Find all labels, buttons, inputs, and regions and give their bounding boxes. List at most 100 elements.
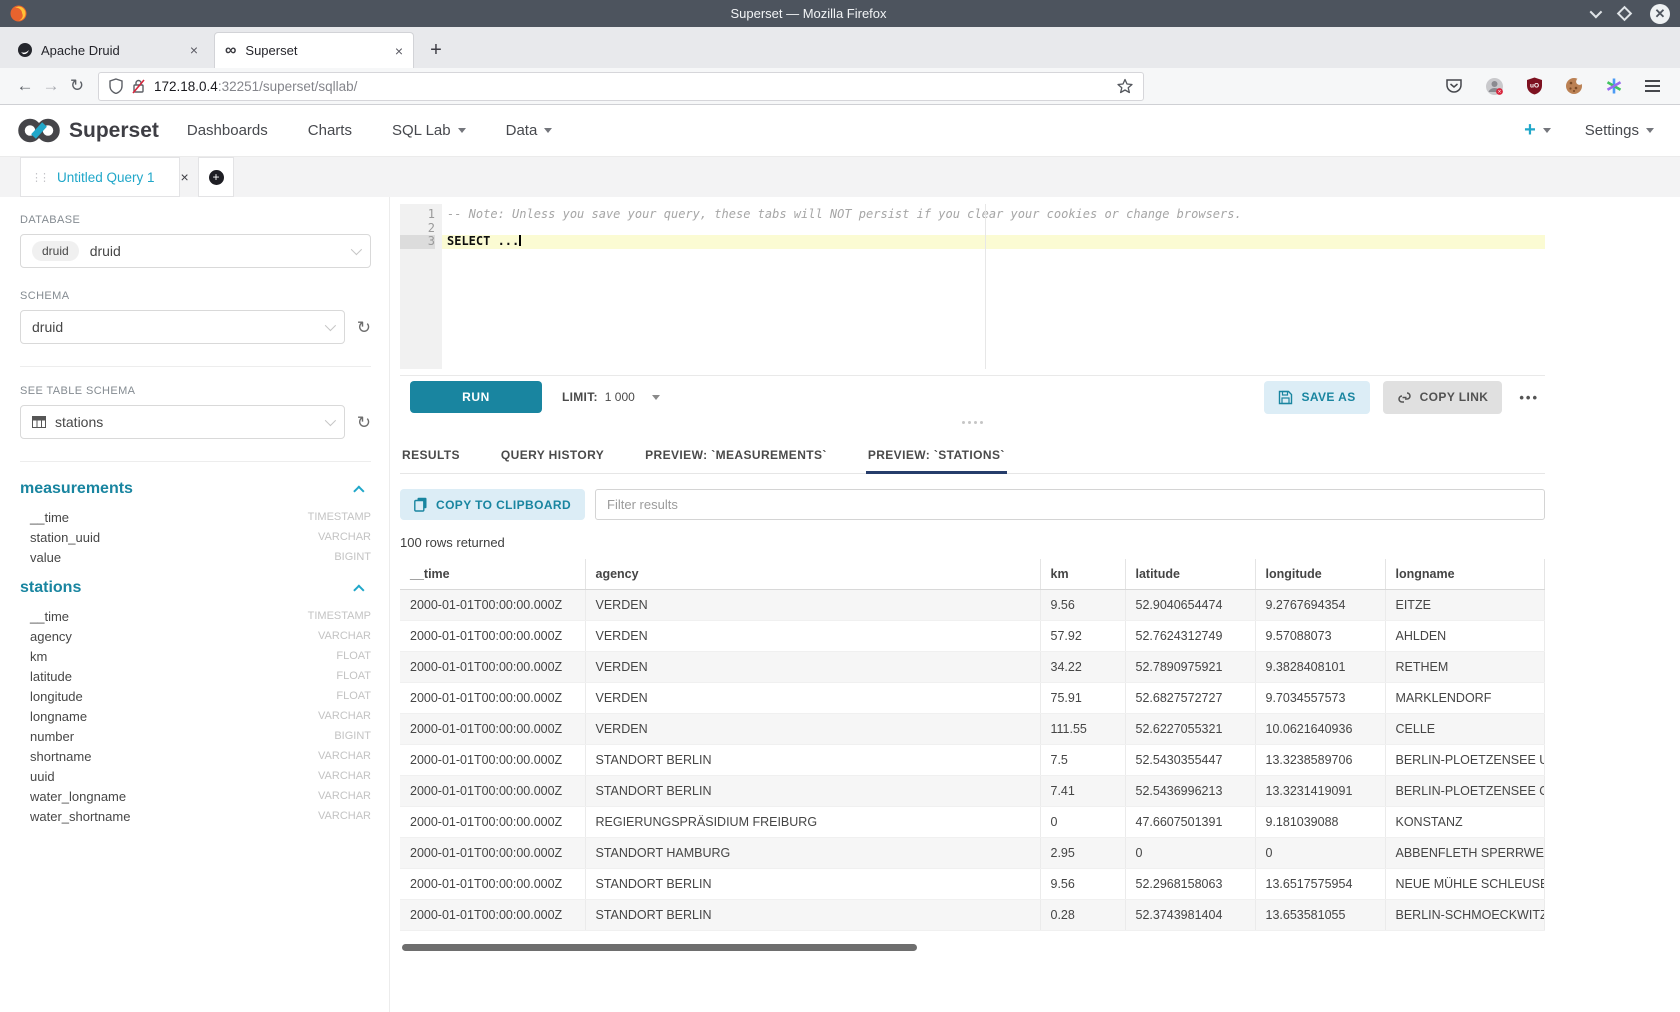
table-cell: 52.6827572727 <box>1125 683 1255 714</box>
limit-dropdown[interactable]: LIMIT: 1 000 <box>562 390 660 404</box>
column-header-latitude[interactable]: latitude <box>1125 559 1255 590</box>
back-icon[interactable]: ← <box>12 76 38 96</box>
table-cell: 47.6607501391 <box>1125 807 1255 838</box>
pane-resize-handle[interactable] <box>960 421 986 424</box>
shield-icon[interactable] <box>109 78 123 94</box>
settings-menu[interactable]: Settings <box>1585 122 1654 139</box>
ublock-icon[interactable]: uO <box>1526 77 1543 95</box>
results-tab-results[interactable]: RESULTS <box>400 443 462 473</box>
superset-logo-icon <box>16 116 62 145</box>
line-number: 3 <box>400 235 435 249</box>
window-title: Superset — Mozilla Firefox <box>27 6 1590 21</box>
copy-to-clipboard-label: COPY TO CLIPBOARD <box>436 498 571 512</box>
column-type: VARCHAR <box>318 810 371 822</box>
table-select[interactable]: stations <box>20 405 345 439</box>
results-tab-preview-stations[interactable]: PREVIEW: `STATIONS` <box>866 443 1007 473</box>
close-query-tab-icon[interactable]: × <box>181 169 189 185</box>
column-header-time[interactable]: __time <box>400 559 585 590</box>
browser-tab-superset[interactable]: ∞ Superset × <box>214 32 414 68</box>
table-row: 2000-01-01T00:00:00.000ZVERDEN9.5652.904… <box>400 590 1545 621</box>
column-header-km[interactable]: km <box>1040 559 1125 590</box>
new-item-button[interactable]: + <box>1524 119 1551 142</box>
table-cell: 52.7624312749 <box>1125 621 1255 652</box>
table-cell: 2000-01-01T00:00:00.000Z <box>400 714 585 745</box>
nav-item-data[interactable]: Data <box>506 122 553 139</box>
superset-logo[interactable]: Superset <box>16 116 159 145</box>
nav-item-sql-lab[interactable]: SQL Lab <box>392 122 466 139</box>
query-tab-untitled-query-1[interactable]: ⋮⋮ Untitled Query 1 × <box>20 157 180 197</box>
column-row: latitudeFLOAT <box>20 666 371 686</box>
table-cell: 2000-01-01T00:00:00.000Z <box>400 838 585 869</box>
cookie-icon[interactable] <box>1565 77 1583 95</box>
copy-link-button[interactable]: COPY LINK <box>1383 381 1503 414</box>
forward-icon[interactable]: → <box>38 76 64 96</box>
chevron-up-icon[interactable] <box>353 485 364 496</box>
database-select[interactable]: druid druid <box>20 234 371 268</box>
horizontal-scrollbar[interactable] <box>402 944 917 951</box>
drag-handle-icon[interactable]: ⋮⋮ <box>31 171 49 184</box>
schema-select[interactable]: druid <box>20 310 345 344</box>
more-menu-icon[interactable]: ••• <box>1515 390 1543 405</box>
lock-insecure-icon[interactable] <box>132 79 145 94</box>
table-row: 2000-01-01T00:00:00.000ZVERDEN75.9152.68… <box>400 683 1545 714</box>
pocket-icon[interactable] <box>1445 77 1463 95</box>
svg-text:×: × <box>1498 89 1502 95</box>
plus-icon: + <box>1524 119 1536 142</box>
url-bar[interactable]: 172.18.0.4:32251/superset/sqllab/ <box>98 72 1144 101</box>
column-type: TIMESTAMP <box>308 511 371 523</box>
browser-tab-apache-druid[interactable]: Apache Druid × <box>8 32 208 68</box>
table-cell: 52.3743981404 <box>1125 900 1255 931</box>
editor-code: -- Note: Unless you save your query, the… <box>442 204 1545 369</box>
table-cell: 13.653581055 <box>1255 900 1385 931</box>
table-cell: 9.7034557573 <box>1255 683 1385 714</box>
code-text: -- Note: Unless you save your query, the… <box>447 207 1242 221</box>
window-close-button[interactable]: ✕ <box>1650 4 1670 24</box>
chevron-up-icon[interactable] <box>353 584 364 595</box>
profile-icon[interactable]: × <box>1485 77 1504 96</box>
save-as-label: SAVE AS <box>1301 390 1355 404</box>
superset-favicon: ∞ <box>225 43 236 59</box>
results-tab-preview-measurements[interactable]: PREVIEW: `MEASUREMENTS` <box>643 443 829 473</box>
firefox-icon <box>10 5 27 22</box>
results-tabs: RESULTS QUERY HISTORY PREVIEW: `MEASUREMEN… <box>400 443 1545 474</box>
nav-item-dashboards[interactable]: Dashboards <box>187 122 268 139</box>
chevron-down-icon <box>544 128 552 133</box>
copy-to-clipboard-button[interactable]: COPY TO CLIPBOARD <box>400 489 585 520</box>
window-maximize-button[interactable] <box>1617 6 1633 22</box>
column-header-agency[interactable]: agency <box>585 559 1040 590</box>
table-cell: BERLIN-SCHMOECKWITZ <box>1385 900 1545 931</box>
run-button[interactable]: RUN <box>410 381 542 413</box>
table-row: 2000-01-01T00:00:00.000ZVERDEN57.9252.76… <box>400 621 1545 652</box>
filter-results-input[interactable] <box>595 489 1545 520</box>
refresh-tables-icon[interactable]: ↻ <box>357 414 371 431</box>
browser-tab-title: Apache Druid <box>41 43 120 58</box>
close-tab-icon[interactable]: × <box>190 42 198 58</box>
column-row: __timeTIMESTAMP <box>20 507 371 527</box>
column-header-longitude[interactable]: longitude <box>1255 559 1385 590</box>
sql-editor[interactable]: 123 -- Note: Unless you save your query,… <box>400 204 1545 369</box>
chevron-down-icon <box>1543 128 1551 133</box>
add-query-tab-button[interactable]: + <box>198 157 234 197</box>
table-section-title: measurements <box>20 480 133 498</box>
table-cell: 2000-01-01T00:00:00.000Z <box>400 621 585 652</box>
save-as-button[interactable]: SAVE AS <box>1264 381 1369 414</box>
database-type-pill: druid <box>32 241 79 261</box>
close-tab-icon[interactable]: × <box>395 43 403 59</box>
containers-asterisk-icon[interactable] <box>1605 77 1623 95</box>
window-minimize-button[interactable] <box>1590 6 1603 19</box>
new-tab-button[interactable]: + <box>420 32 452 68</box>
column-name: latitude <box>30 669 72 684</box>
column-header-longname[interactable]: longname <box>1385 559 1545 590</box>
column-name: km <box>30 649 47 664</box>
table-cell: 10.0621640936 <box>1255 714 1385 745</box>
menu-icon[interactable] <box>1645 80 1660 92</box>
schema-tables: measurements__timeTIMESTAMPstation_uuidV… <box>20 480 371 826</box>
refresh-schemas-icon[interactable]: ↻ <box>357 319 371 336</box>
results-tab-query-history[interactable]: QUERY HISTORY <box>499 443 606 473</box>
table-cell: 34.22 <box>1040 652 1125 683</box>
column-row: __timeTIMESTAMP <box>20 606 371 626</box>
nav-item-charts[interactable]: Charts <box>308 122 352 139</box>
bookmark-star-icon[interactable] <box>1117 78 1133 94</box>
reload-icon[interactable]: ↻ <box>64 76 90 96</box>
table-cell: 9.3828408101 <box>1255 652 1385 683</box>
